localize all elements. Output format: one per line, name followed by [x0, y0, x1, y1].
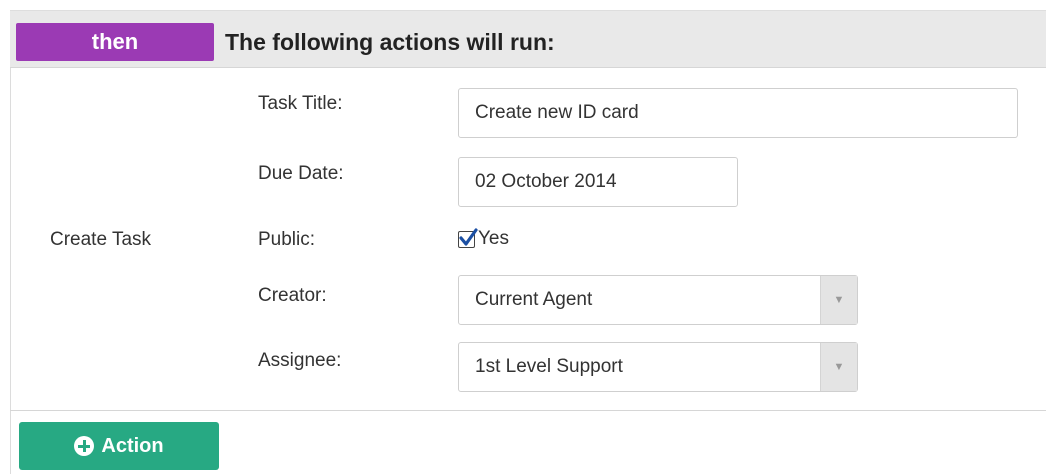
chevron-down-icon[interactable]: ▼	[820, 276, 857, 324]
creator-label: Creator:	[258, 285, 327, 306]
creator-select[interactable]: Current Agent ▼	[458, 275, 858, 325]
public-checkbox-row[interactable]: Yes	[458, 227, 509, 250]
assignee-selected-value: 1st Level Support	[475, 356, 623, 377]
task-title-label: Task Title:	[258, 93, 343, 114]
task-title-input[interactable]	[458, 88, 1018, 138]
divider	[10, 410, 1046, 411]
action-type-label: Create Task	[50, 229, 152, 250]
checkmark-icon	[459, 227, 478, 246]
public-option-label: Yes	[478, 228, 509, 249]
section-title: The following actions will run:	[225, 29, 555, 55]
actions-panel	[10, 10, 1046, 474]
public-label: Public:	[258, 229, 316, 250]
creator-selected-value: Current Agent	[475, 289, 593, 310]
assignee-select[interactable]: 1st Level Support ▼	[458, 342, 858, 392]
due-date-label: Due Date:	[258, 163, 344, 184]
chevron-down-icon[interactable]: ▼	[820, 343, 857, 391]
add-action-label: Action	[101, 434, 164, 457]
public-checkbox[interactable]	[458, 227, 478, 248]
add-action-button[interactable]: Action	[19, 422, 219, 470]
assignee-label: Assignee:	[258, 350, 342, 371]
due-date-input[interactable]	[458, 157, 738, 207]
then-badge: then	[16, 23, 214, 61]
plus-circle-icon	[74, 436, 95, 456]
